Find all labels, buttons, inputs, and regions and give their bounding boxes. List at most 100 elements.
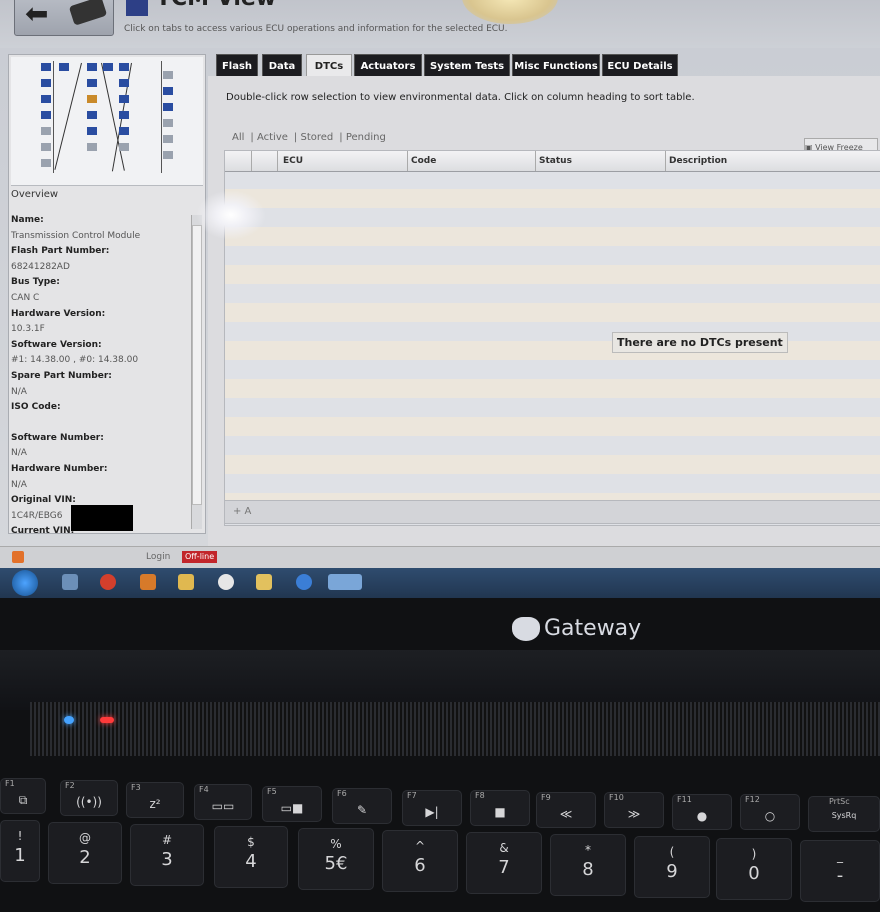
- key-f9[interactable]: F9 ≪: [536, 792, 596, 828]
- windows-taskbar: [0, 568, 880, 598]
- key-digit: 2: [79, 847, 91, 868]
- start-button[interactable]: [12, 570, 38, 596]
- ecu-node[interactable]: [163, 71, 173, 79]
- ecu-node[interactable]: [87, 63, 97, 71]
- key-f3[interactable]: F3 z²: [126, 782, 184, 818]
- ecu-node[interactable]: [103, 63, 113, 71]
- filter-all[interactable]: All: [232, 132, 244, 143]
- key-6[interactable]: ^ 6: [382, 830, 458, 892]
- ie-icon[interactable]: [296, 574, 312, 590]
- key-digit: -: [836, 865, 844, 886]
- ecu-node[interactable]: [163, 87, 173, 95]
- ecu-topology-diagram[interactable]: [11, 57, 203, 186]
- ecu-node[interactable]: [87, 127, 97, 135]
- dtc-hint-text: Double-click row selection to view envir…: [226, 92, 695, 103]
- key-shift-symbol: $: [247, 835, 255, 849]
- key-4[interactable]: $4: [214, 826, 288, 888]
- key-f4[interactable]: F4 ▭▭: [194, 784, 252, 820]
- ecu-node[interactable]: [41, 143, 51, 151]
- key-f10[interactable]: F10 ≫: [604, 792, 664, 828]
- ecu-node[interactable]: [41, 111, 51, 119]
- ecu-node[interactable]: [119, 79, 129, 87]
- back-button[interactable]: ⬅: [14, 0, 114, 36]
- property-iso-code: ISO Code:: [11, 400, 187, 416]
- property-value: N/A: [11, 386, 27, 397]
- folder-icon[interactable]: [256, 574, 272, 590]
- key-f1[interactable]: F1 ⧉: [0, 778, 46, 814]
- taskbar-app-icon[interactable]: [140, 574, 156, 590]
- key-function-icon: ✎: [356, 803, 368, 817]
- ecu-node[interactable]: [119, 143, 129, 151]
- ecu-node[interactable]: [41, 127, 51, 135]
- column-code[interactable]: Code: [407, 151, 536, 171]
- key-3[interactable]: #3: [130, 824, 204, 886]
- taskbar-active-app-icon[interactable]: [328, 574, 362, 590]
- ecu-node[interactable]: [41, 159, 51, 167]
- ecu-node[interactable]: [41, 79, 51, 87]
- browser-icon[interactable]: [100, 574, 116, 590]
- column-ecu[interactable]: ECU: [277, 151, 408, 171]
- ecu-node[interactable]: [163, 119, 173, 127]
- property-value: 10.3.1F: [11, 324, 45, 335]
- gateway-logo: Gateway: [512, 616, 641, 641]
- column-select[interactable]: [225, 151, 252, 171]
- key-function-icon: ○: [764, 809, 776, 823]
- media-icon[interactable]: [218, 574, 234, 590]
- ecu-node[interactable]: [87, 79, 97, 87]
- filter-pending[interactable]: Pending: [346, 132, 386, 143]
- key-shift-symbol: ^: [414, 839, 426, 853]
- key-shift-symbol: @: [79, 831, 91, 845]
- ecu-node[interactable]: [119, 63, 129, 71]
- key-7[interactable]: & 7: [466, 832, 542, 894]
- key-f11[interactable]: F11 ●: [672, 794, 732, 830]
- key-f12[interactable]: F12 ○: [740, 794, 800, 830]
- property-value: N/A: [11, 479, 27, 490]
- key-1[interactable]: ! 1: [0, 820, 40, 882]
- property-spare-part-number: Spare Part Number: N/A: [11, 369, 187, 400]
- key-f8[interactable]: F8 ■: [470, 790, 530, 826]
- key-5[interactable]: % 5€: [298, 828, 374, 890]
- rss-icon[interactable]: [12, 551, 24, 563]
- key-f6[interactable]: F6 ✎: [332, 788, 392, 824]
- ecu-node[interactable]: [119, 127, 129, 135]
- sidebar-scrollbar[interactable]: [191, 215, 202, 529]
- ecu-node[interactable]: [41, 63, 51, 71]
- ecu-node[interactable]: [59, 63, 69, 71]
- key-minus[interactable]: _ -: [800, 840, 880, 902]
- column-status[interactable]: Status: [535, 151, 666, 171]
- key-2[interactable]: @2: [48, 822, 122, 884]
- ecu-node[interactable]: [87, 111, 97, 119]
- ecu-node[interactable]: [163, 103, 173, 111]
- ecu-node[interactable]: [163, 151, 173, 159]
- ecu-node[interactable]: [119, 95, 129, 103]
- key-f5[interactable]: F5 ▭■: [262, 786, 322, 822]
- taskbar-app-icon[interactable]: [62, 574, 78, 590]
- ecu-node[interactable]: [119, 111, 129, 119]
- key-function-icon: ⧉: [18, 793, 28, 807]
- login-link[interactable]: Login: [146, 552, 170, 562]
- key-8[interactable]: * 8: [550, 834, 626, 896]
- ecu-node[interactable]: [41, 95, 51, 103]
- property-key: Flash Part Number:: [11, 246, 110, 257]
- dtc-panel: Double-click row selection to view envir…: [208, 76, 880, 546]
- property-bus-type: Bus Type: CAN C: [11, 275, 187, 306]
- key-f2[interactable]: F2 ((•)): [60, 780, 118, 816]
- key-function-icon: ▭■: [280, 801, 304, 815]
- filter-stored[interactable]: Stored: [300, 132, 333, 143]
- footer-controls[interactable]: + A: [233, 506, 251, 517]
- key-label: F9: [541, 793, 551, 802]
- key-0[interactable]: ) 0: [716, 838, 792, 900]
- ecu-node[interactable]: [87, 143, 97, 151]
- ecu-node[interactable]: [163, 135, 173, 143]
- ecu-node-selected[interactable]: [87, 95, 97, 103]
- key-9[interactable]: (9: [634, 836, 710, 898]
- key-f7[interactable]: F7 ▶|: [402, 790, 462, 826]
- key-prtsc[interactable]: PrtSc SysRq: [808, 796, 880, 832]
- filter-active[interactable]: Active: [257, 132, 288, 143]
- property-key: ISO Code:: [11, 402, 61, 413]
- taskbar-app-icon[interactable]: [178, 574, 194, 590]
- scrollbar-thumb[interactable]: [192, 225, 202, 505]
- column-description[interactable]: Description: [665, 151, 880, 171]
- screen-glare: [196, 190, 266, 240]
- column-flag[interactable]: [251, 151, 278, 171]
